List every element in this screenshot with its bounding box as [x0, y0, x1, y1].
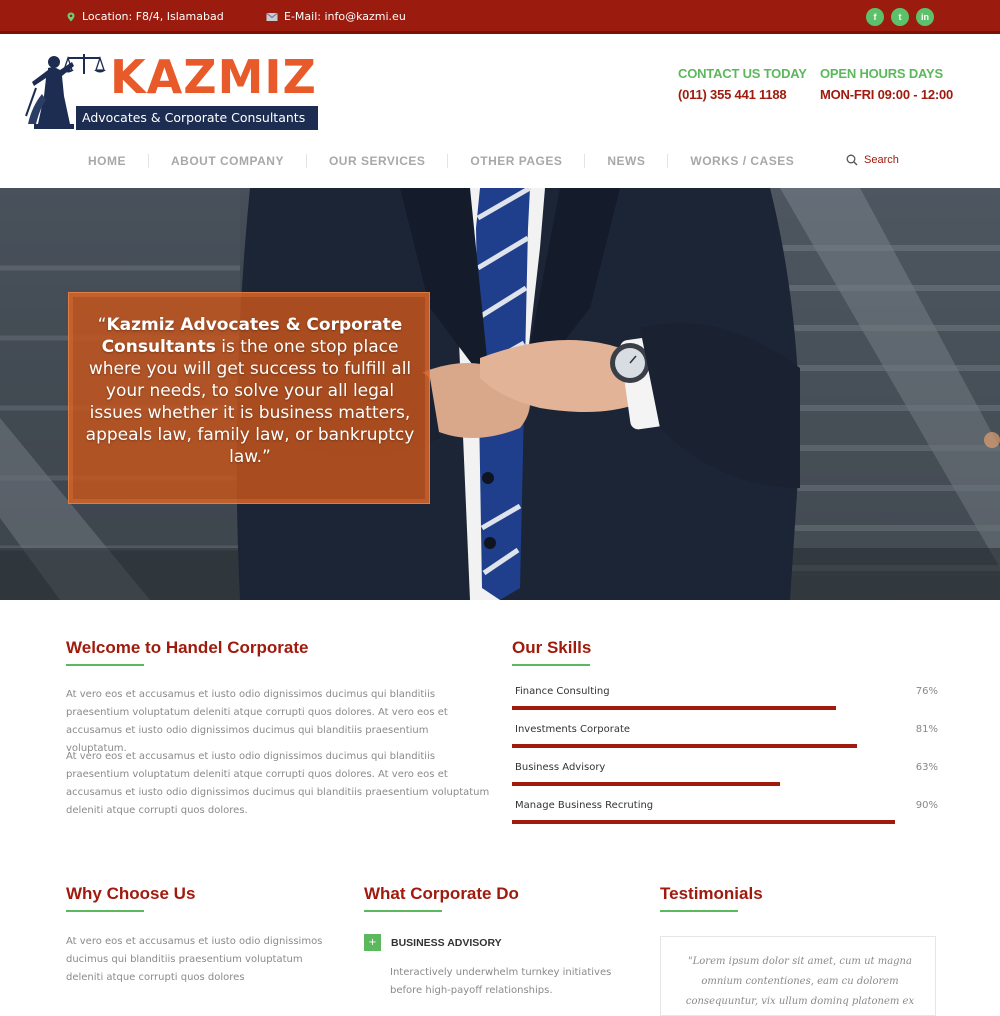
nav-item-home[interactable]: HOME — [66, 154, 148, 168]
skill-percent: 90% — [915, 800, 938, 811]
skill-row: Investments Corporate 81% — [512, 724, 938, 754]
skill-progress-track — [512, 782, 938, 786]
skill-percent: 76% — [915, 686, 938, 697]
welcome-title: Welcome to Handel Corporate — [66, 638, 309, 657]
skill-progress-bar — [512, 782, 780, 786]
location-info: Location: F8/4, Islamabad — [66, 10, 224, 23]
skill-percent: 63% — [915, 762, 938, 773]
brand-name: KAZMIZ — [110, 50, 317, 104]
contact-phone-block: CONTACT US TODAY (011) 355 441 1188 — [678, 66, 807, 102]
welcome-heading: Welcome to Handel Corporate — [66, 638, 308, 666]
heading-underline — [66, 910, 144, 912]
skill-progress-bar — [512, 820, 895, 824]
service-item-business-advisory[interactable]: + BUSINESS ADVISORY — [364, 934, 502, 951]
skill-row: Finance Consulting 76% — [512, 686, 938, 716]
search-button[interactable]: Search — [846, 154, 899, 166]
nav-item-works-cases[interactable]: WORKS / CASES — [667, 154, 816, 168]
nav-item-news[interactable]: NEWS — [584, 154, 667, 168]
heading-underline — [364, 910, 442, 912]
skill-name: Investments Corporate — [515, 724, 631, 735]
contact-phone[interactable]: (011) 355 441 1188 — [678, 87, 807, 102]
hours-label: OPEN HOURS DAYS — [820, 66, 943, 81]
skill-row: Business Advisory 63% — [512, 762, 938, 792]
skill-progress-track — [512, 744, 938, 748]
email-text[interactable]: E-Mail: info@kazmi.eu — [284, 10, 406, 23]
service-label: BUSINESS ADVISORY — [391, 936, 502, 949]
welcome-paragraph-2: At vero eos et accusamus et iusto odio d… — [66, 751, 490, 816]
skill-row: Manage Business Recruting 90% — [512, 800, 938, 830]
brand-tagline: Advocates & Corporate Consultants — [76, 106, 318, 130]
skill-progress-track — [512, 706, 938, 710]
facebook-icon[interactable]: f — [866, 8, 884, 26]
search-icon — [846, 154, 858, 166]
heading-underline — [66, 664, 144, 666]
why-title: Why Choose Us — [66, 884, 196, 903]
site-logo[interactable]: KAZMIZ Advocates & Corporate Consultants — [24, 44, 324, 134]
hero-quote: “Kazmiz Advocates & Corporate Consultant… — [78, 314, 422, 468]
twitter-icon[interactable]: t — [891, 8, 909, 26]
hours-value: MON-FRI 09:00 - 12:00 — [820, 87, 954, 102]
map-pin-icon — [67, 12, 75, 21]
skill-progress-bar — [512, 744, 857, 748]
plus-icon: + — [364, 934, 381, 951]
why-heading: Why Choose Us — [66, 884, 195, 912]
search-label: Search — [864, 154, 899, 166]
top-bar: Location: F8/4, Islamabad E-Mail: info@k… — [0, 0, 1000, 34]
skill-progress-track — [512, 820, 938, 824]
contact-label: CONTACT US TODAY — [678, 66, 807, 81]
skill-percent: 81% — [915, 724, 938, 735]
heading-underline — [660, 910, 738, 912]
testimonials-title: Testimonials — [660, 884, 763, 903]
skill-progress-bar — [512, 706, 836, 710]
email-info[interactable]: E-Mail: info@kazmi.eu — [266, 10, 406, 23]
nav-item-about-company[interactable]: ABOUT COMPANY — [148, 154, 306, 168]
social-links: f t in — [866, 8, 934, 26]
service-description: Interactively underwhelm turnkey initiat… — [390, 967, 612, 996]
testimonials-heading: Testimonials — [660, 884, 763, 912]
nav-item-our-services[interactable]: OUR SERVICES — [305, 154, 447, 168]
skill-name: Finance Consulting — [515, 686, 610, 697]
skill-name: Business Advisory — [515, 762, 606, 773]
main-nav: HOME ABOUT COMPANY OUR SERVICES OTHER PA… — [66, 150, 816, 172]
skills-heading: Our Skills — [512, 638, 591, 666]
skill-name: Manage Business Recruting — [515, 800, 654, 811]
skills-title: Our Skills — [512, 638, 592, 657]
envelope-icon — [266, 12, 278, 21]
why-paragraph: At vero eos et accusamus et iusto odio d… — [66, 936, 323, 983]
corporate-title: What Corporate Do — [364, 884, 519, 903]
corporate-heading: What Corporate Do — [364, 884, 519, 912]
location-text: Location: F8/4, Islamabad — [82, 10, 224, 23]
testimonial-quote: "Lorem ipsum dolor sit amet, cum ut magn… — [685, 956, 915, 1007]
nav-item-other-pages[interactable]: OTHER PAGES — [447, 154, 584, 168]
open-hours-block: OPEN HOURS DAYS MON-FRI 09:00 - 12:00 — [820, 66, 953, 102]
heading-underline — [512, 664, 590, 666]
linkedin-icon[interactable]: in — [916, 8, 934, 26]
